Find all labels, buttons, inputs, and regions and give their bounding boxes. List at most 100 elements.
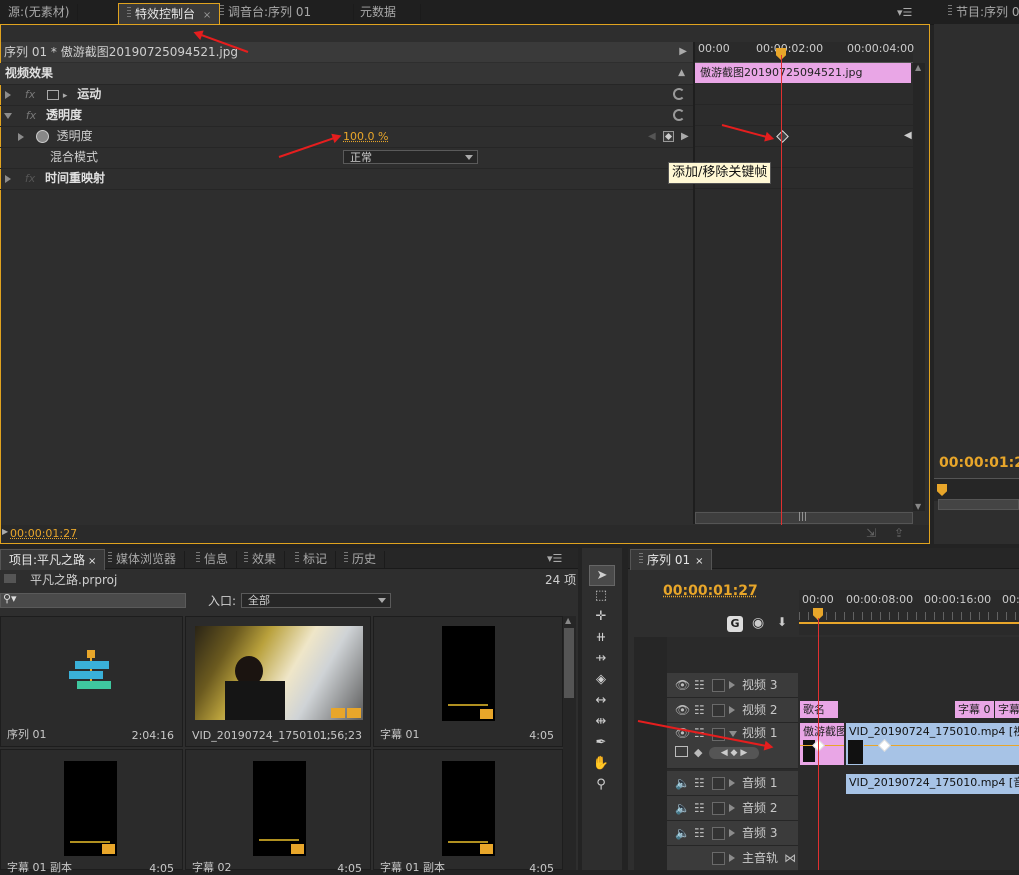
filmstrip-icon[interactable]: ☷ (694, 771, 705, 795)
filmstrip-icon[interactable]: ☷ (694, 796, 705, 820)
track-header-a3[interactable]: 🔈 ☷ 音频 3 (667, 821, 798, 846)
set-marker-icon[interactable]: ⬇ (777, 615, 787, 629)
lock-toggle[interactable] (712, 679, 725, 692)
play-small-icon[interactable]: ▶ (2, 527, 8, 536)
lock-toggle[interactable] (712, 777, 725, 790)
sequence-playhead-line[interactable] (818, 618, 819, 870)
program-zoom-bar[interactable] (938, 499, 1019, 510)
keyframe-nav[interactable]: ◀ ◆ ▶ (709, 747, 759, 759)
expand-triangle-icon[interactable] (729, 779, 735, 787)
clip-v1-video[interactable]: VID_20190724_175010.mp4 [视] (846, 723, 1019, 765)
expand-triangle-icon[interactable] (729, 854, 735, 862)
filmstrip-icon[interactable]: ☷ (694, 821, 705, 845)
scroll-thumb[interactable] (564, 628, 574, 698)
clip-v2-song[interactable]: 歌名 (800, 701, 838, 718)
ec-horizontal-scrollbar[interactable]: ||| (695, 512, 913, 524)
reset-icon[interactable] (673, 109, 685, 121)
collapse-triangle-icon[interactable] (4, 112, 12, 119)
panel-menu-icon[interactable]: ▾☰ (897, 6, 912, 19)
slide-tool-icon[interactable]: ⇹ (589, 712, 613, 731)
rate-stretch-tool-icon[interactable]: ⇸ (589, 649, 613, 668)
scroll-up-icon[interactable]: ▲ (565, 616, 571, 625)
snap-icon[interactable]: G (727, 616, 743, 632)
clip-a1-audio[interactable]: VID_20190724_175010.mp4 [音] (846, 774, 1019, 794)
eye-icon[interactable]: 👁 (675, 722, 690, 744)
expand-triangle-icon[interactable] (729, 829, 735, 837)
opacity-value[interactable]: 100.0 % (343, 126, 388, 147)
scroll-down-icon[interactable]: ▼ (915, 502, 921, 511)
expand-triangle-icon[interactable] (5, 174, 11, 183)
lock-toggle[interactable] (712, 704, 725, 717)
ripple-edit-tool-icon[interactable]: ✛ (589, 607, 613, 626)
effect-time-remap[interactable]: fx 时间重映射 (0, 168, 693, 190)
reset-icon[interactable] (673, 88, 685, 100)
filmstrip-icon[interactable]: ☷ (694, 698, 705, 722)
ec-current-time[interactable]: 00:00:01:27 (10, 527, 77, 540)
track-header-v3[interactable]: 👁 ☷ 视频 3 (667, 673, 798, 698)
marker-icon[interactable]: ◉ (752, 615, 764, 631)
ec-ruler[interactable]: 00:00 00:00:02:00 00:00:04:00 (695, 42, 914, 63)
project-search-input[interactable]: ⚲▾ (0, 592, 186, 608)
next-keyframe-icon[interactable]: ▶ (681, 126, 689, 147)
eye-icon[interactable]: 👁 (675, 673, 690, 697)
ec-playhead-line[interactable] (781, 55, 782, 525)
project-item[interactable]: 字幕 02 4:05 (185, 749, 371, 875)
effect-opacity[interactable]: fx 透明度 (0, 105, 693, 127)
tab-sequence[interactable]: 序列 01 × (630, 549, 713, 570)
tab-history[interactable]: 历史 (336, 551, 386, 568)
project-item[interactable]: 字幕 01 副本 4:05 (0, 749, 183, 875)
expand-triangle-icon[interactable] (729, 681, 735, 689)
program-timecode[interactable]: 00:00:01:27 (939, 455, 1019, 471)
tab-audio-mixer[interactable]: 调音台:序列 01 (212, 4, 354, 21)
clip-v2-sub1[interactable]: 字幕 0 (955, 701, 994, 718)
project-scrollbar[interactable]: ▲ (563, 616, 576, 870)
collapse-triangle-icon[interactable] (729, 731, 737, 737)
expand-triangle-icon[interactable] (729, 804, 735, 812)
slip-tool-icon[interactable]: ↔ (589, 691, 613, 710)
track-header-v2[interactable]: 👁 ☷ 视频 2 (667, 698, 798, 723)
speaker-icon[interactable]: 🔈 (675, 771, 690, 795)
close-icon[interactable]: × (695, 556, 703, 567)
track-header-a1[interactable]: 🔈 ☷ 音频 1 (667, 771, 798, 796)
tab-program[interactable]: 节目:序列 01 (940, 4, 1019, 21)
expand-triangle-icon[interactable] (5, 90, 11, 99)
prev-keyframe-icon[interactable]: ◀ (648, 126, 656, 147)
tab-effects[interactable]: 效果 (236, 551, 286, 568)
tab-project[interactable]: 项目:平凡之路 × (0, 549, 106, 570)
play-icon[interactable]: ▶ (679, 42, 687, 62)
tab-markers[interactable]: 标记 (287, 551, 337, 568)
scroll-thumb-grip[interactable]: ||| (798, 512, 807, 522)
zoom-tool-icon[interactable]: ⚲ (589, 775, 613, 794)
eye-icon[interactable]: 👁 (675, 698, 690, 722)
stopwatch-icon[interactable] (35, 130, 49, 143)
speaker-icon[interactable]: 🔈 (675, 796, 690, 820)
razor-tool-icon[interactable]: ◈ (589, 670, 613, 689)
lock-toggle[interactable] (712, 852, 725, 865)
add-keyframe-button[interactable] (663, 131, 674, 142)
keyframe-end-icon[interactable]: ◀ (904, 130, 912, 141)
tab-metadata[interactable]: 元数据 (352, 4, 421, 21)
project-item[interactable]: VID_20190724_175010.... 1;56;23 (185, 616, 371, 747)
export-icon[interactable]: ⇲ (866, 526, 876, 540)
close-icon[interactable]: × (88, 556, 96, 567)
effect-motion[interactable]: fx ▸ 运动 (0, 84, 693, 106)
share-icon[interactable]: ⇪ (894, 526, 904, 540)
clip-v2-sub2[interactable]: 字幕 (995, 701, 1019, 718)
expand-triangle-icon[interactable] (18, 132, 24, 141)
sequence-timecode[interactable]: 00:00:01:27 (663, 583, 758, 599)
work-area-bar[interactable] (799, 622, 1019, 635)
display-style-icon[interactable] (675, 746, 688, 757)
selection-tool-icon[interactable]: ➤ (589, 565, 615, 586)
fx-icon[interactable]: fx (26, 109, 36, 122)
ec-vertical-scrollbar[interactable]: ▲ ▼ (913, 63, 925, 511)
track-select-tool-icon[interactable]: ⬚ (589, 586, 613, 605)
fx-icon[interactable]: fx (25, 88, 35, 101)
project-item[interactable]: 字幕 01 副本 4:05 (373, 749, 563, 875)
lock-toggle[interactable] (712, 827, 725, 840)
filmstrip-icon[interactable]: ☷ (694, 673, 705, 697)
tab-source[interactable]: 源:(无素材) (0, 4, 79, 21)
lock-toggle[interactable] (712, 802, 725, 815)
project-item[interactable]: 序列 01 2:04:16 (0, 616, 183, 747)
in-select[interactable]: 全部 (241, 593, 391, 608)
sequence-ruler[interactable]: 00:00 00:00:08:00 00:00:16:00 00:00 (799, 590, 1019, 635)
